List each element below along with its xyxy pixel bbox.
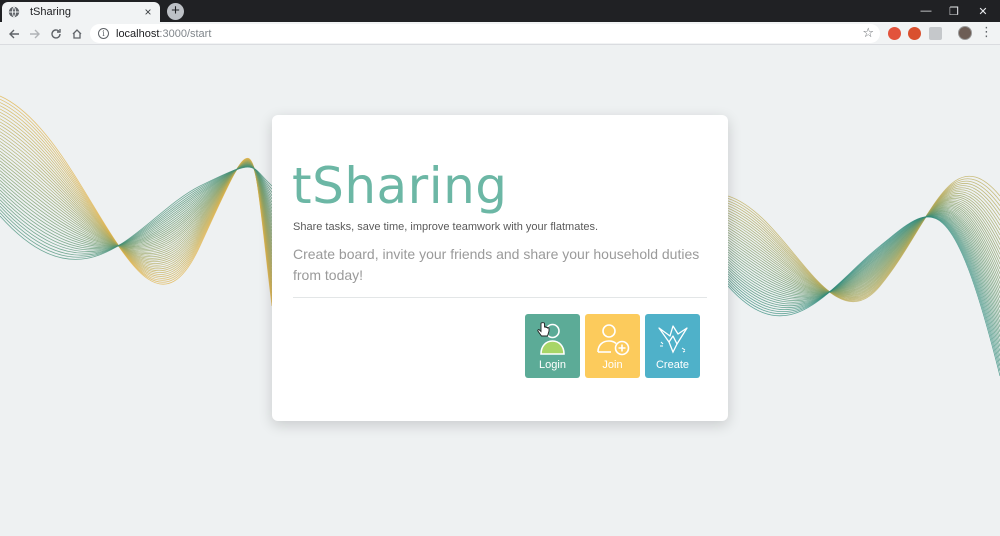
puzzle-extension-icon[interactable] [929, 27, 942, 40]
browser-toolbar: i localhost :3000/start ☆ ⋮ [0, 22, 1000, 45]
url-host: localhost [116, 27, 160, 40]
tab-close-icon[interactable]: × [142, 6, 154, 18]
ublock-extension-icon[interactable] [908, 27, 921, 40]
description: Create board, invite your friends and sh… [293, 246, 700, 283]
right-wave-decoration [727, 175, 1000, 377]
app-title: tSharing [292, 157, 508, 215]
browser-tab[interactable]: tSharing × [2, 2, 160, 22]
join-label: Join [602, 359, 623, 371]
info-icon[interactable]: i [98, 28, 109, 39]
new-tab-button[interactable]: + [167, 3, 184, 20]
add-user-icon [597, 324, 630, 356]
page-viewport: tSharing Share tasks, save time, improve… [0, 46, 1000, 536]
paper-crane-icon [658, 325, 688, 354]
forward-icon[interactable] [25, 22, 45, 45]
home-icon[interactable] [67, 22, 87, 45]
profile-avatar[interactable] [958, 26, 972, 40]
create-button[interactable]: Create [645, 314, 700, 378]
globe-icon [8, 6, 20, 18]
address-bar[interactable]: i localhost :3000/start ☆ [90, 24, 880, 43]
welcome-card: tSharing Share tasks, save time, improve… [272, 115, 728, 421]
login-button[interactable]: Login [525, 314, 580, 378]
divider [293, 297, 707, 298]
login-label: Login [539, 359, 566, 371]
wave-line [727, 207, 1000, 293]
join-button[interactable]: Join [585, 314, 640, 378]
url-path: :3000/start [159, 27, 212, 40]
browser-tab-bar: tSharing × + — ❐ ✕ [0, 0, 1000, 22]
back-icon[interactable] [4, 22, 24, 45]
bookmark-star-icon[interactable]: ☆ [862, 25, 874, 41]
reload-icon[interactable] [46, 22, 66, 45]
adblock-extension-icon[interactable] [888, 27, 901, 40]
menu-icon[interactable]: ⋮ [980, 25, 993, 39]
tagline: Share tasks, save time, improve teamwork… [293, 221, 599, 233]
hand-cursor-icon [537, 322, 550, 337]
tab-title: tSharing [30, 6, 71, 18]
left-wave-decoration [0, 95, 273, 307]
create-label: Create [655, 359, 690, 371]
close-window-button[interactable]: ✕ [966, 0, 1000, 22]
